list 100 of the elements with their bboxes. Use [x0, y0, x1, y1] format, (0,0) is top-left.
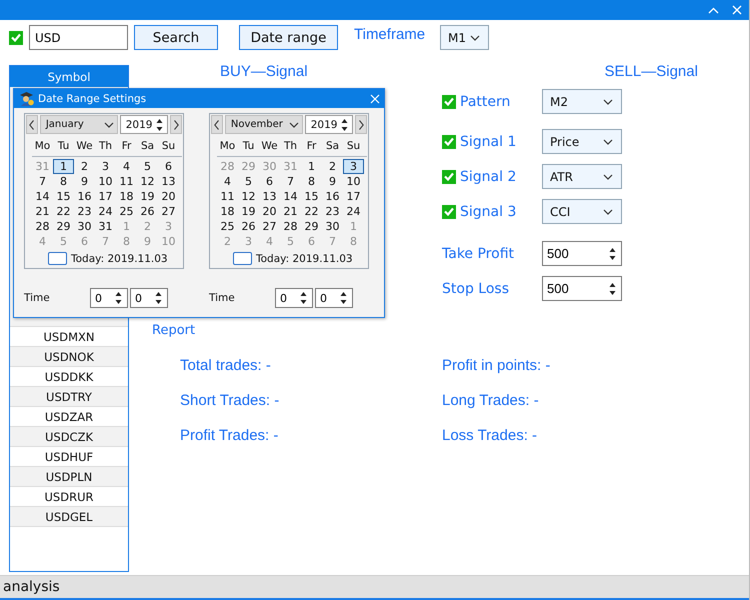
calendar-day[interactable]: 10 — [95, 174, 116, 189]
calendar-day[interactable]: 13 — [259, 189, 280, 204]
calendar-day[interactable]: 9 — [322, 174, 343, 189]
stepper-arrows-icon[interactable] — [340, 291, 347, 305]
stepper-arrows-icon[interactable] — [155, 291, 162, 305]
stepper-arrows-icon[interactable] — [156, 118, 164, 132]
number-spinner[interactable]: 500 — [542, 276, 622, 301]
calendar-day[interactable]: 12 — [238, 189, 259, 204]
calendar-day[interactable]: 6 — [158, 159, 179, 174]
month-dropdown[interactable]: January — [40, 115, 118, 134]
calendar-day[interactable]: 15 — [53, 189, 74, 204]
calendar-day[interactable]: 14 — [32, 189, 53, 204]
symbol-row[interactable]: USDGEL — [10, 507, 128, 527]
calendar-day[interactable]: 16 — [322, 189, 343, 204]
next-month-button[interactable] — [170, 115, 182, 134]
symbol-row[interactable]: USDNOK — [10, 347, 128, 367]
calendar-day[interactable]: 2 — [74, 159, 95, 174]
calendar-day[interactable]: 29 — [53, 219, 74, 234]
symbol-filter-field[interactable]: USD — [29, 25, 128, 50]
calendar-day[interactable]: 26 — [137, 204, 158, 219]
calendar-day[interactable]: 8 — [301, 174, 322, 189]
close-icon[interactable] — [370, 94, 380, 104]
filter-dropdown[interactable]: M2 — [542, 89, 622, 114]
stepper-arrows-icon[interactable] — [115, 291, 122, 305]
filter-dropdown[interactable]: ATR — [542, 164, 622, 189]
number-spinner[interactable]: 0 — [90, 288, 128, 308]
calendar-day[interactable]: 25 — [116, 204, 137, 219]
calendar-day[interactable]: 11 — [116, 174, 137, 189]
calendar-day[interactable]: 10 — [343, 174, 364, 189]
month-dropdown[interactable]: November — [224, 115, 303, 134]
calendar-day[interactable]: 28 — [280, 219, 301, 234]
calendar-day[interactable]: 8 — [53, 174, 74, 189]
previous-month-button[interactable] — [211, 115, 223, 134]
calendar-day[interactable]: 12 — [137, 174, 158, 189]
calendar-day[interactable]: 17 — [95, 189, 116, 204]
column-header[interactable]: Symbol — [10, 66, 128, 87]
calendar-day[interactable]: 23 — [74, 204, 95, 219]
checkbox[interactable] — [442, 94, 456, 108]
calendar-day[interactable]: 27 — [259, 219, 280, 234]
calendar-day[interactable]: 23 — [322, 204, 343, 219]
checkbox[interactable] — [9, 30, 23, 44]
today-link[interactable]: Today: 2019.11.03 — [256, 252, 353, 264]
calendar-day[interactable]: 28 — [32, 219, 53, 234]
calendar-day[interactable]: 21 — [280, 204, 301, 219]
calendar-day[interactable]: 4 — [217, 174, 238, 189]
symbol-row[interactable]: USDTRY — [10, 387, 128, 407]
stepper-arrows-icon[interactable] — [300, 291, 307, 305]
stepper-arrows-icon[interactable] — [609, 282, 616, 296]
calendar-day[interactable]: 22 — [53, 204, 74, 219]
calendar-day[interactable]: 19 — [137, 189, 158, 204]
filter-dropdown[interactable]: Price — [542, 129, 622, 154]
year-spinner[interactable]: 2019 — [120, 115, 168, 134]
calendar-day[interactable]: 1 — [53, 159, 74, 174]
calendar-day[interactable]: 20 — [259, 204, 280, 219]
calendar-day[interactable]: 7 — [32, 174, 53, 189]
previous-month-button[interactable] — [26, 115, 38, 134]
year-spinner[interactable]: 2019 — [304, 115, 354, 134]
search-button[interactable]: Search — [134, 25, 218, 50]
stepper-arrows-icon[interactable] — [341, 118, 348, 132]
calendar-day[interactable]: 26 — [238, 219, 259, 234]
calendar-day[interactable]: 22 — [301, 204, 322, 219]
calendar-day[interactable]: 13 — [158, 174, 179, 189]
close-icon[interactable] — [732, 5, 742, 15]
calendar-day[interactable]: 31 — [95, 219, 116, 234]
number-spinner[interactable]: 0 — [315, 288, 353, 308]
today-link[interactable]: Today: 2019.11.03 — [71, 252, 168, 264]
calendar-day[interactable]: 29 — [301, 219, 322, 234]
calendar-day[interactable]: 7 — [280, 174, 301, 189]
calendar-day[interactable]: 19 — [238, 204, 259, 219]
symbol-row[interactable]: USDCZK — [10, 427, 128, 447]
calendar-day[interactable]: 30 — [74, 219, 95, 234]
calendar-day[interactable]: 9 — [74, 174, 95, 189]
calendar-day[interactable]: 2 — [322, 159, 343, 174]
calendar-day[interactable]: 16 — [74, 189, 95, 204]
next-month-button[interactable] — [355, 115, 367, 134]
timeframe-dropdown[interactable]: M1 — [440, 25, 489, 50]
calendar-day[interactable]: 18 — [217, 204, 238, 219]
symbol-row[interactable]: USDPLN — [10, 467, 128, 487]
calendar-day[interactable]: 3 — [343, 159, 364, 174]
calendar-day[interactable]: 17 — [343, 189, 364, 204]
calendar-day[interactable]: 25 — [217, 219, 238, 234]
calendar-day[interactable]: 24 — [343, 204, 364, 219]
filter-dropdown[interactable]: CCI — [542, 199, 622, 224]
calendar-day[interactable]: 6 — [259, 174, 280, 189]
calendar-day[interactable]: 11 — [217, 189, 238, 204]
stepper-arrows-icon[interactable] — [609, 246, 616, 260]
calendar-day[interactable]: 4 — [116, 159, 137, 174]
date-range-button[interactable]: Date range — [239, 25, 338, 50]
calendar-day[interactable]: 18 — [116, 189, 137, 204]
calendar-day[interactable]: 5 — [137, 159, 158, 174]
number-spinner[interactable]: 0 — [130, 288, 168, 308]
calendar-day[interactable]: 14 — [280, 189, 301, 204]
calendar-day[interactable]: 20 — [158, 189, 179, 204]
checkbox[interactable] — [442, 134, 456, 148]
calendar-day[interactable]: 24 — [95, 204, 116, 219]
calendar-day[interactable]: 27 — [158, 204, 179, 219]
calendar-day[interactable]: 30 — [322, 219, 343, 234]
checkbox[interactable] — [442, 204, 456, 218]
calendar-day[interactable]: 3 — [95, 159, 116, 174]
calendar-day[interactable]: 1 — [301, 159, 322, 174]
